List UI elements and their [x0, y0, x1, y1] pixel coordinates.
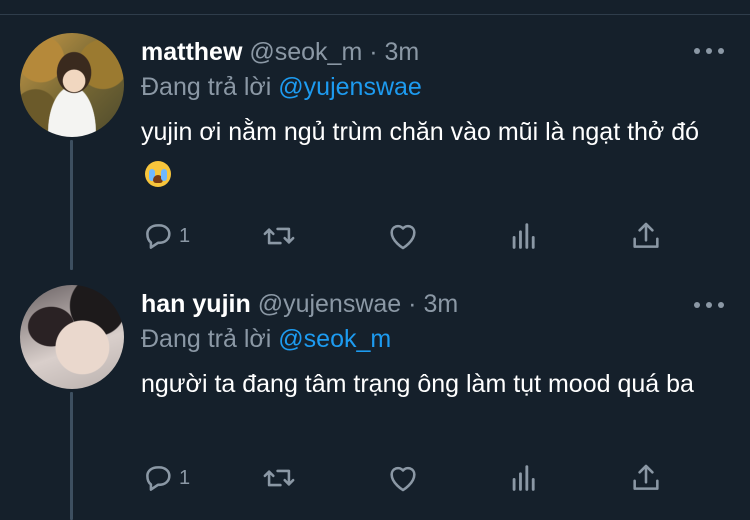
- share-button[interactable]: [629, 219, 663, 253]
- separator-dot: ·: [408, 290, 417, 318]
- tweet-header: han yujin @yujenswae · 3m: [141, 289, 458, 319]
- analytics-button[interactable]: [507, 219, 541, 253]
- separator-dot: ·: [369, 38, 378, 66]
- retweet-icon: [263, 469, 295, 487]
- replying-prefix: Đang trả lời: [141, 73, 272, 101]
- avatar[interactable]: [20, 33, 124, 137]
- loudly-crying-face-icon: [145, 161, 171, 187]
- timestamp[interactable]: 3m: [423, 290, 458, 318]
- tweet-header: matthew @seok_m · 3m: [141, 37, 419, 67]
- tweet-actions: 1: [141, 461, 681, 495]
- more-icon[interactable]: [694, 298, 724, 312]
- retweet-icon: [263, 227, 295, 245]
- like-button[interactable]: [386, 461, 420, 495]
- replying-to: Đang trả lời @seok_m: [141, 324, 391, 354]
- avatar[interactable]: [20, 285, 124, 389]
- retweet-button[interactable]: [261, 219, 297, 253]
- analytics-icon: [512, 465, 535, 491]
- share-button[interactable]: [629, 461, 663, 495]
- more-icon[interactable]: [694, 44, 724, 58]
- analytics-button[interactable]: [507, 461, 541, 495]
- tweet[interactable]: han yujin @yujenswae · 3m Đang trả lời @…: [0, 270, 750, 520]
- analytics-icon: [512, 223, 535, 249]
- share-icon: [633, 464, 659, 490]
- reply-count: 1: [179, 466, 191, 489]
- tweet-text: yujin ơi nằm ngủ trùm chăn vào mũi là ng…: [141, 111, 721, 197]
- tweet-actions: 1: [141, 219, 681, 253]
- tweet[interactable]: matthew @seok_m · 3m Đang trả lời @yujen…: [0, 0, 750, 270]
- share-icon: [633, 222, 659, 248]
- heart-icon: [390, 224, 416, 250]
- tweet-text-content: yujin ơi nằm ngủ trùm chăn vào mũi là ng…: [141, 118, 700, 146]
- timestamp[interactable]: 3m: [385, 38, 420, 66]
- tweet-text: người ta đang tâm trạng ông làm tụt mood…: [141, 370, 694, 398]
- display-name[interactable]: matthew: [141, 38, 242, 66]
- display-name[interactable]: han yujin: [141, 290, 251, 318]
- mention-link[interactable]: @yujenswae: [278, 73, 422, 101]
- username-handle[interactable]: @seok_m: [249, 38, 362, 66]
- like-button[interactable]: [386, 219, 420, 253]
- reply-icon: [146, 466, 171, 491]
- replying-to: Đang trả lời @yujenswae: [141, 72, 422, 102]
- reply-button[interactable]: 1: [141, 219, 190, 253]
- mention-link[interactable]: @seok_m: [278, 325, 391, 353]
- reply-icon: [146, 224, 171, 249]
- username-handle[interactable]: @yujenswae: [258, 290, 402, 318]
- reply-count: 1: [179, 224, 191, 247]
- retweet-button[interactable]: [261, 461, 297, 495]
- heart-icon: [390, 466, 416, 492]
- replying-prefix: Đang trả lời: [141, 325, 272, 353]
- reply-button[interactable]: 1: [141, 461, 190, 495]
